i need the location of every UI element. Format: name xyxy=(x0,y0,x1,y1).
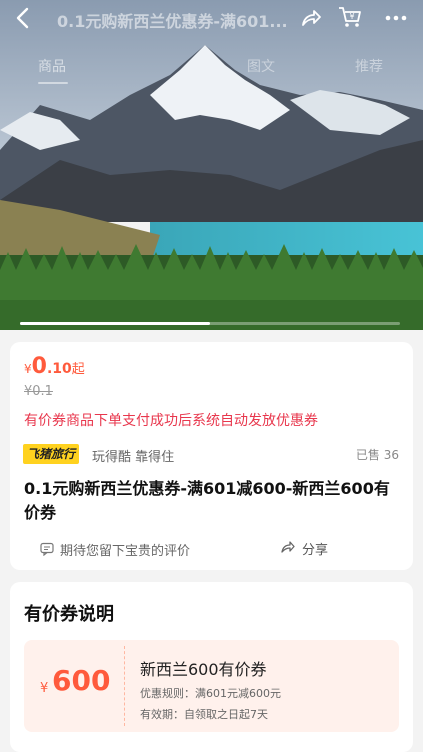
section-title: 有价券说明 xyxy=(24,604,114,625)
coupon-divider xyxy=(124,646,125,726)
price-currency: ¥ xyxy=(24,362,32,376)
brand-badge[interactable]: 飞猪旅行 xyxy=(23,444,80,464)
coupon-currency: ¥ xyxy=(40,681,49,696)
product-title: 0.1元购新西兰优惠券-满601减600-新西兰600有价券 xyxy=(24,479,390,522)
coupon-ticket[interactable]: ¥ 600 新西兰600有价券 优惠规则：满601元减600元 有效期：自领取之… xyxy=(24,640,399,732)
nav-bar: 0.1元购新西兰优惠券-满601... ¥ xyxy=(0,0,423,38)
price-decimal: .10 xyxy=(46,361,72,377)
tab-recommend[interactable]: 推荐 xyxy=(355,56,383,76)
coupon-amount: 600 xyxy=(52,664,111,697)
coupon-info-card: 有价券说明 ¥ 600 新西兰600有价券 优惠规则：满601元减600元 有效… xyxy=(10,582,413,752)
product-gallery[interactable]: 0.1元购新西兰优惠券-满601... ¥ 商品 图文 推荐 xyxy=(0,0,423,330)
brand-slogan: 玩得酷 靠得住 xyxy=(92,450,175,465)
svg-text:¥: ¥ xyxy=(349,12,354,21)
cart-icon[interactable]: ¥ xyxy=(337,4,363,30)
gallery-progress xyxy=(20,322,400,325)
share-icon[interactable] xyxy=(299,6,323,30)
tab-details[interactable]: 图文 xyxy=(247,56,275,76)
more-icon[interactable] xyxy=(383,9,409,27)
price-integer: 0 xyxy=(31,354,47,379)
coupon-validity: 有效期：自领取之日起7天 xyxy=(140,708,268,721)
coupon-name: 新西兰600有价券 xyxy=(140,660,267,679)
tab-bar: 商品 图文 推荐 xyxy=(0,50,423,86)
coupon-rule: 优惠规则：满601元减600元 xyxy=(140,687,281,700)
price-suffix: 起 xyxy=(71,362,85,377)
price: ¥0.10起 xyxy=(24,354,85,379)
comment-icon xyxy=(40,542,54,556)
tab-active-indicator xyxy=(38,82,68,84)
share-icon xyxy=(281,541,295,553)
sold-count: 已售 36 xyxy=(355,448,399,462)
share-label: 分享 xyxy=(302,543,329,558)
back-icon[interactable] xyxy=(12,6,34,30)
delivery-notice: 有价券商品下单支付成功后系统自动发放优惠券 xyxy=(24,413,318,429)
tab-goods[interactable]: 商品 xyxy=(38,56,66,76)
review-prompt[interactable]: 期待您留下宝贵的评价 xyxy=(60,540,190,559)
nav-title: 0.1元购新西兰优惠券-满601... xyxy=(57,12,288,31)
coupon-value: ¥ 600 xyxy=(24,640,124,732)
product-info-card: ¥0.10起 ¥0.1 有价券商品下单支付成功后系统自动发放优惠券 飞猪旅行 玩… xyxy=(10,342,413,570)
original-price: ¥0.1 xyxy=(24,384,53,399)
gallery-progress-fill xyxy=(20,322,210,325)
